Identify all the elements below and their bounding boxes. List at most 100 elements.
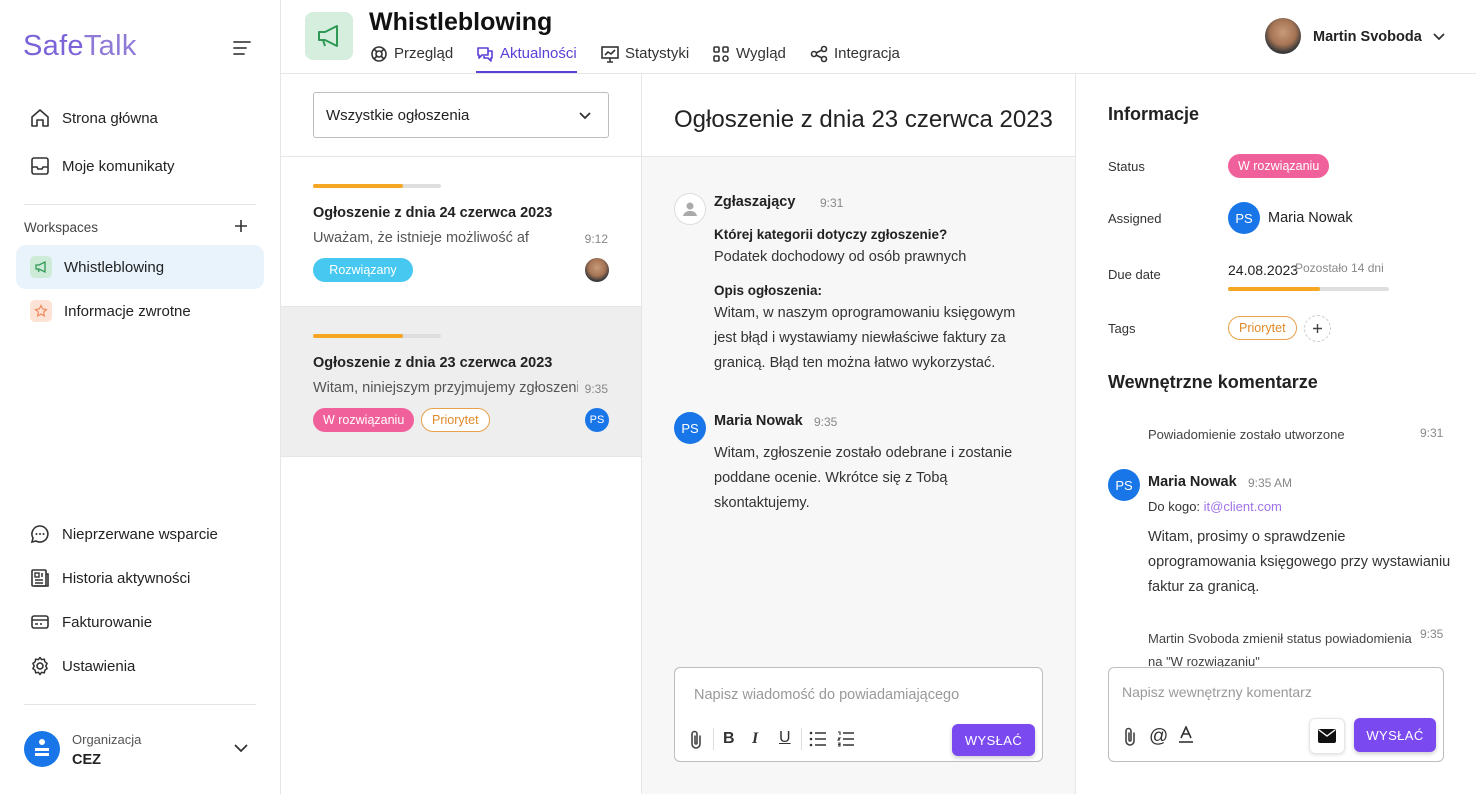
- tag-badge[interactable]: Priorytet: [1228, 316, 1297, 340]
- user-avatar[interactable]: [1265, 18, 1301, 54]
- comment-author: Maria Nowak: [1148, 474, 1237, 490]
- chevron-down-icon: [578, 111, 592, 120]
- avatar: PS: [1108, 469, 1140, 501]
- italic-icon[interactable]: I: [752, 730, 758, 748]
- avatar: PS: [1228, 202, 1260, 234]
- progress-bar: [313, 334, 441, 338]
- nav-activity-history[interactable]: Historia aktywności: [16, 556, 264, 600]
- due-date-label: Due date: [1108, 267, 1161, 282]
- divider: [281, 456, 641, 457]
- menu-toggle-icon[interactable]: [233, 40, 251, 56]
- chevron-down-icon[interactable]: [1432, 32, 1446, 41]
- divider: [24, 204, 256, 205]
- credit-card-icon: [30, 612, 50, 632]
- tags-label: Tags: [1108, 321, 1136, 336]
- tab-news[interactable]: Aktualności: [476, 45, 577, 73]
- app-logo[interactable]: SafeTalk: [23, 30, 137, 63]
- history-icon: [30, 568, 50, 588]
- recipient-email-link[interactable]: it@client.com: [1204, 499, 1282, 514]
- event-time: 9:35: [1420, 627, 1444, 641]
- paperclip-icon[interactable]: [1123, 726, 1137, 746]
- conversation-panel: Ogłoszenie z dnia 23 czerwca 2023 Zgłasz…: [642, 74, 1076, 794]
- announcements-list: Wszystkie ogłoszenia Ogłoszenie z dnia 2…: [281, 74, 642, 794]
- assigned-label: Assigned: [1108, 211, 1162, 226]
- send-comment-button[interactable]: WYSŁAĆ: [1354, 718, 1436, 752]
- workspace-label: Informacje zwrotne: [64, 302, 191, 320]
- progress-fill: [1228, 287, 1320, 291]
- divider: [801, 728, 802, 750]
- announcement-card[interactable]: Ogłoszenie z dnia 24 czerwca 2023 Uważam…: [281, 156, 641, 306]
- workspaces-label: Workspaces: [24, 220, 99, 235]
- anonymous-user-icon: [674, 193, 706, 225]
- chat-bubbles-icon: [476, 45, 494, 63]
- user-name[interactable]: Martin Svoboda: [1313, 29, 1422, 45]
- text-format-icon[interactable]: [1178, 726, 1194, 744]
- progress-fill: [313, 184, 403, 188]
- email-button[interactable]: [1309, 718, 1345, 754]
- paperclip-icon[interactable]: [689, 729, 703, 749]
- card-snippet: Uważam, że istnieje możliwość af: [313, 230, 529, 246]
- tab-appearance[interactable]: Wygląd: [712, 45, 786, 73]
- plus-icon: [1313, 324, 1322, 333]
- layout-icon: [712, 45, 730, 63]
- tab-label: Wygląd: [736, 45, 786, 62]
- nav-settings[interactable]: Ustawienia: [16, 644, 264, 688]
- bold-icon[interactable]: B: [723, 730, 735, 748]
- assignee-name[interactable]: Maria Nowak: [1268, 210, 1353, 226]
- tab-statistics[interactable]: Statystyki: [601, 45, 689, 73]
- add-tag-button[interactable]: [1304, 315, 1331, 342]
- bulleted-list-icon[interactable]: [809, 731, 827, 747]
- comment-input[interactable]: Napisz wewnętrzny komentarz: [1122, 684, 1312, 700]
- tab-label: Statystyki: [625, 45, 690, 62]
- workspace-item-whistleblowing[interactable]: Whistleblowing: [16, 245, 264, 289]
- message-author: Zgłaszający: [714, 194, 796, 210]
- nav-my-messages[interactable]: Moje komunikaty: [16, 144, 264, 188]
- card-title: Ogłoszenie z dnia 24 czerwca 2023: [313, 205, 553, 221]
- home-icon: [30, 108, 50, 128]
- tab-label: Integracja: [834, 45, 900, 62]
- answer-text: Podatek dochodowy od osób prawnych: [714, 249, 967, 265]
- organization-logo-icon: [24, 731, 60, 767]
- card-snippet: Witam, niniejszym przyjmujemy zgłoszenie: [313, 380, 578, 396]
- announcement-filter-select[interactable]: Wszystkie ogłoszenia: [313, 92, 609, 138]
- chart-board-icon: [601, 45, 619, 63]
- question-label: Opis ogłoszenia:: [714, 283, 823, 298]
- info-title: Informacje: [1108, 104, 1200, 124]
- nav-support[interactable]: Nieprzerwane wsparcie: [16, 512, 264, 556]
- due-date-value[interactable]: 24.08.2023: [1228, 262, 1298, 278]
- chevron-down-icon[interactable]: [233, 743, 249, 753]
- message-composer: Napisz wiadomość do powiadamiającego B I…: [674, 667, 1043, 762]
- conversation-title: Ogłoszenie z dnia 23 czerwca 2023: [674, 106, 1053, 133]
- status-badge[interactable]: W rozwiązaniu: [1228, 154, 1330, 178]
- avatar: PS: [674, 412, 706, 444]
- avatar: PS: [585, 408, 609, 432]
- workspace-item-feedback[interactable]: Informacje zwrotne: [16, 289, 264, 333]
- comment-composer: Napisz wewnętrzny komentarz @ WYSŁAĆ: [1108, 667, 1444, 762]
- tab-overview[interactable]: Przegląd: [370, 45, 453, 73]
- comment-recipient: Do kogo: it@client.com: [1148, 499, 1282, 514]
- envelope-icon: [1318, 729, 1336, 743]
- nav-billing[interactable]: Fakturowanie: [16, 600, 264, 644]
- card-time: 9:35: [584, 382, 608, 396]
- announcement-card-selected[interactable]: Ogłoszenie z dnia 23 czerwca 2023 Witam,…: [281, 306, 641, 456]
- message-time: 9:35: [814, 415, 838, 429]
- mention-icon[interactable]: @: [1149, 726, 1168, 748]
- status-badge: Rozwiązany: [313, 258, 413, 282]
- activity-event: Powiadomienie zostało utworzone: [1148, 427, 1345, 442]
- comment-time: 9:35 AM: [1248, 476, 1293, 490]
- due-remaining: Pozostało 14 dni: [1295, 261, 1384, 275]
- status-label: Status: [1108, 159, 1145, 174]
- underline-icon[interactable]: U: [779, 729, 791, 747]
- nav-home[interactable]: Strona główna: [16, 96, 264, 140]
- numbered-list-icon[interactable]: [837, 731, 855, 747]
- message-author: Maria Nowak: [714, 413, 803, 429]
- organization-name: CEZ: [72, 752, 101, 768]
- send-button[interactable]: WYSŁAĆ: [952, 724, 1035, 756]
- divider: [713, 728, 714, 750]
- message-input[interactable]: Napisz wiadomość do powiadamiającego: [694, 687, 959, 703]
- card-time: 9:12: [584, 232, 608, 246]
- nav-label: Moje komunikaty: [62, 157, 175, 175]
- tab-integration[interactable]: Integracja: [810, 45, 900, 73]
- add-workspace-icon[interactable]: [234, 219, 248, 233]
- filter-value: Wszystkie ogłoszenia: [326, 106, 470, 124]
